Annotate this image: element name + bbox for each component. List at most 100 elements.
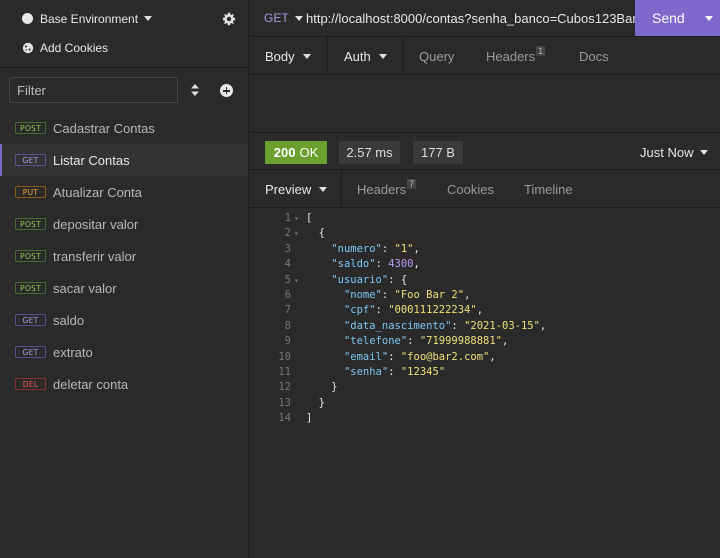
- tab-cookies-label: Cookies: [447, 181, 494, 197]
- code-token: "Foo Bar 2": [394, 288, 465, 301]
- code-token: "usuario": [331, 273, 389, 286]
- chevron-down-icon: [319, 186, 328, 192]
- code-line: 7 "cpf": "000111222234",: [249, 303, 720, 318]
- tab-preview[interactable]: Preview: [265, 170, 328, 208]
- tab-headers[interactable]: Headers 1: [486, 37, 546, 75]
- code-token: ,: [413, 242, 420, 255]
- tab-separator: [402, 37, 403, 75]
- tab-cookies[interactable]: Cookies: [447, 170, 494, 208]
- sidebar-request-item[interactable]: DEL deletar conta: [0, 368, 248, 400]
- code-token: "71999988881": [419, 335, 502, 348]
- sidebar-request-item[interactable]: POST depositar valor: [0, 208, 248, 240]
- code-line: 4 "saldo": 4300,: [249, 257, 720, 272]
- fold-toggle-icon[interactable]: ▾: [294, 211, 299, 226]
- sidebar: Base Environment Add Cookies Filter POST…: [0, 0, 249, 558]
- environment-selector[interactable]: Base Environment: [0, 0, 249, 37]
- code-token: "12345": [400, 365, 446, 378]
- code-token: ,: [476, 304, 484, 317]
- tab-query[interactable]: Query: [419, 37, 454, 75]
- code-token: "foo@bar2.com": [400, 350, 490, 363]
- code-token: :: [451, 319, 465, 332]
- url-input[interactable]: http://localhost:8000/contas?senha_banco…: [306, 11, 636, 26]
- code-token: :: [407, 335, 420, 348]
- sort-icon[interactable]: [190, 84, 200, 96]
- code-token: {: [306, 227, 325, 240]
- code-token: :: [388, 350, 401, 363]
- code-token: "saldo": [331, 258, 376, 271]
- code-line: 9 "telefone": "71999988881",: [249, 334, 720, 349]
- code-token: : {: [388, 273, 408, 286]
- sidebar-request-item[interactable]: PUT Atualizar Conta: [0, 176, 248, 208]
- code-token: ,: [489, 350, 496, 363]
- sidebar-request-item[interactable]: GET saldo: [0, 304, 248, 336]
- tab-response-headers[interactable]: Headers 7: [357, 170, 417, 208]
- response-body-viewer[interactable]: 1 ▾[2 ▾ {3 "numero": "1", 4 "saldo": 4300, 5…: [249, 211, 720, 558]
- code-line: 11 "senha": "12345": [249, 365, 720, 380]
- line-number: 9: [284, 335, 291, 348]
- filter-input[interactable]: Filter: [9, 77, 178, 103]
- code-token: :: [381, 242, 395, 255]
- code-token: 4300: [388, 258, 414, 271]
- request-name: transferir valor: [53, 248, 137, 264]
- code-token: "numero": [331, 242, 382, 255]
- code-text: "numero": "1",: [306, 242, 420, 257]
- tab-timeline[interactable]: Timeline: [524, 170, 573, 208]
- sidebar-request-item[interactable]: POST transferir valor: [0, 240, 248, 272]
- request-name: deletar conta: [53, 376, 129, 392]
- sidebar-request-item[interactable]: GET extrato: [0, 336, 248, 368]
- add-cookies-label: Add Cookies: [40, 41, 109, 55]
- code-line: 10 "email": "foo@bar2.com",: [249, 350, 720, 365]
- fold-toggle-icon[interactable]: ▾: [294, 226, 299, 241]
- history-label: Just Now: [640, 145, 694, 160]
- environment-label: Base Environment: [40, 11, 139, 26]
- code-text: }: [306, 380, 337, 395]
- fold-toggle-icon[interactable]: ▾: [294, 273, 299, 288]
- request-name: extrato: [53, 344, 93, 360]
- code-text: "data_nascimento": "2021-03-15",: [306, 319, 546, 334]
- method-select[interactable]: GET: [264, 11, 303, 25]
- code-token: ,: [502, 335, 509, 348]
- method-badge: POST: [15, 218, 46, 230]
- cookie-icon: [22, 42, 34, 54]
- code-text: "email": "foo@bar2.com",: [306, 350, 496, 365]
- tab-docs[interactable]: Docs: [579, 37, 609, 75]
- code-line: 12 }: [249, 380, 720, 395]
- add-cookies-button[interactable]: Add Cookies: [0, 37, 108, 59]
- line-number: 6: [284, 288, 291, 301]
- code-text: }: [306, 396, 325, 411]
- chevron-down-icon[interactable]: [705, 16, 713, 21]
- request-name: depositar valor: [53, 216, 139, 232]
- response-tabs: Preview Headers 7 Cookies Timeline: [249, 170, 720, 208]
- method-badge: DEL: [15, 378, 46, 390]
- chevron-down-icon: [700, 150, 709, 155]
- sidebar-request-item[interactable]: GET Listar Contas: [0, 144, 248, 176]
- line-number: 8: [284, 319, 291, 332]
- status-badge: 200 OK: [265, 141, 327, 164]
- send-button[interactable]: Send: [635, 0, 720, 36]
- code-text: "saldo": 4300,: [306, 257, 420, 272]
- environment-dot-icon: [22, 13, 33, 24]
- plus-circle-icon[interactable]: [220, 84, 233, 97]
- request-name: saldo: [53, 312, 85, 328]
- code-text: {: [306, 226, 325, 241]
- line-number: 14: [278, 412, 291, 425]
- url-bar: GET http://localhost:8000/contas?senha_b…: [249, 0, 720, 37]
- gear-icon[interactable]: [222, 12, 236, 26]
- tab-body[interactable]: Body: [265, 37, 311, 75]
- code-token: }: [306, 396, 325, 409]
- tab-auth[interactable]: Auth: [344, 37, 387, 75]
- sidebar-request-item[interactable]: POST sacar valor: [0, 272, 248, 304]
- code-text: "usuario": {: [306, 273, 407, 288]
- code-line: 5 ▾ "usuario": {: [249, 273, 720, 288]
- method-badge: GET: [15, 154, 46, 166]
- sidebar-request-item[interactable]: POST Cadastrar Contas: [0, 112, 248, 144]
- code-token: "000111222234": [388, 304, 477, 317]
- history-dropdown[interactable]: Just Now: [640, 145, 709, 160]
